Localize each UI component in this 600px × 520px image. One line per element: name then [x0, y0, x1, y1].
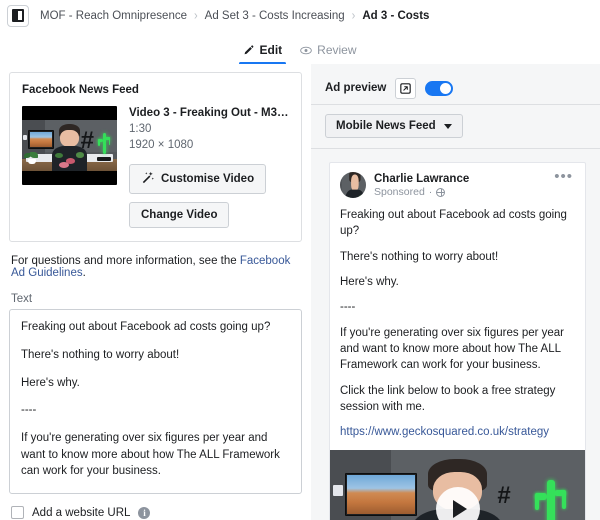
- info-icon[interactable]: i: [138, 506, 151, 519]
- tab-bar: Edit Review: [0, 31, 600, 65]
- post-paragraph: Freaking out about Facebook ad costs goi…: [340, 209, 567, 238]
- breadcrumb: MOF - Reach Omnipresence › Ad Set 3 - Co…: [40, 8, 430, 23]
- sponsored-label: Sponsored: [374, 186, 425, 198]
- tab-review[interactable]: Review: [300, 43, 357, 64]
- add-website-url-checkbox[interactable]: [11, 506, 24, 520]
- sidebar-panel-icon[interactable]: [7, 4, 29, 27]
- preview-panel: Ad preview Mobile News Feed Charlie Lawr…: [311, 64, 600, 520]
- ellipsis-icon[interactable]: •••: [552, 169, 575, 184]
- guidelines-prefix: For questions and more information, see …: [11, 255, 240, 268]
- panel-glyph: [12, 9, 24, 22]
- add-website-url-label: Add a website URL: [32, 506, 131, 519]
- placement-divider: [311, 148, 600, 149]
- post-header: Charlie Lawrance Sponsored · •••: [330, 163, 585, 198]
- tab-edit-label: Edit: [259, 43, 283, 57]
- customise-video-button[interactable]: Customise Video: [129, 164, 267, 195]
- post-video[interactable]: [330, 449, 585, 520]
- preview-title: Ad preview: [325, 82, 387, 94]
- add-website-url-row[interactable]: Add a website URL i: [11, 506, 300, 520]
- post-paragraph: Click the link below to book a free stra…: [340, 384, 556, 413]
- guidelines-suffix: .: [82, 267, 86, 280]
- tab-edit[interactable]: Edit: [239, 43, 286, 65]
- main-content: Facebook News Feed # Video 3 - Freaking …: [0, 64, 600, 520]
- post-author-name[interactable]: Charlie Lawrance: [374, 173, 552, 185]
- text-paragraph: Freaking out about Facebook ad costs goi…: [21, 321, 271, 334]
- video-name: Video 3 - Freaking Out - M3 - Sire...: [129, 107, 289, 119]
- preview-header: Ad preview: [311, 72, 600, 105]
- ad-preview-post: Charlie Lawrance Sponsored · ••• Freakin…: [329, 162, 586, 520]
- magic-wand-icon: [141, 171, 154, 187]
- media-info: Video 3 - Freaking Out - M3 - Sire... 1:…: [129, 106, 289, 229]
- video-duration: 1:30: [129, 123, 152, 135]
- text-paragraph: There's nothing to worry about!: [21, 348, 180, 361]
- breadcrumb-separator: ›: [351, 8, 356, 23]
- media-card: Facebook News Feed # Video 3 - Freaking …: [9, 72, 302, 243]
- breadcrumb-separator: ›: [194, 8, 198, 23]
- video-thumbnail[interactable]: [22, 106, 117, 185]
- avatar[interactable]: [340, 172, 366, 198]
- text-paragraph: Click the link below to book a free stra…: [21, 491, 290, 494]
- video-resolution: 1920 × 1080: [129, 139, 194, 152]
- text-paragraph: If you're generating over six figures pe…: [21, 431, 280, 478]
- customise-video-label: Customise Video: [161, 173, 255, 186]
- change-video-button[interactable]: Change Video: [129, 202, 230, 229]
- post-link-paragraph: https://www.geckosquared.co.uk/strategy: [340, 424, 575, 440]
- breadcrumb-item-ad: Ad 3 - Costs: [362, 9, 430, 22]
- guidelines-text: For questions and more information, see …: [11, 255, 300, 279]
- top-header: MOF - Reach Omnipresence › Ad Set 3 - Co…: [0, 0, 600, 31]
- placement-selected-label: Mobile News Feed: [336, 120, 436, 132]
- text-input[interactable]: Freaking out about Facebook ad costs goi…: [9, 309, 302, 495]
- preview-toggle[interactable]: [425, 80, 454, 96]
- edit-panel: Facebook News Feed # Video 3 - Freaking …: [0, 64, 311, 520]
- external-link-icon[interactable]: [395, 77, 417, 99]
- toggle-knob: [440, 82, 452, 94]
- post-paragraph: There's nothing to worry about!: [340, 250, 499, 263]
- globe-icon: [436, 187, 446, 197]
- post-paragraph: ----: [340, 301, 356, 314]
- eye-icon: [300, 45, 312, 56]
- placement-select[interactable]: Mobile News Feed: [325, 114, 463, 138]
- pencil-icon: [243, 44, 254, 56]
- post-link[interactable]: https://www.geckosquared.co.uk/strategy: [340, 426, 549, 438]
- post-paragraph: Here's why.: [340, 275, 399, 288]
- post-subtitle: Sponsored ·: [374, 186, 552, 198]
- post-paragraph: If you're generating over six figures pe…: [340, 326, 565, 372]
- ad-editor-screen: MOF - Reach Omnipresence › Ad Set 3 - Co…: [0, 0, 600, 520]
- breadcrumb-item-campaign[interactable]: MOF - Reach Omnipresence: [40, 10, 187, 22]
- chevron-down-icon: [443, 123, 452, 129]
- text-field-label: Text: [11, 293, 33, 306]
- breadcrumb-item-adset[interactable]: Ad Set 3 - Costs Increasing: [205, 10, 345, 22]
- change-video-label: Change Video: [141, 209, 218, 222]
- media-card-title: Facebook News Feed: [22, 84, 139, 96]
- play-triangle: [452, 499, 467, 518]
- text-paragraph: Here's why.: [21, 376, 80, 389]
- post-body: Freaking out about Facebook ad costs goi…: [330, 198, 585, 450]
- text-paragraph: ----: [21, 404, 37, 417]
- sponsored-separator: ·: [428, 186, 433, 198]
- tab-review-label: Review: [317, 43, 357, 57]
- placement-row: Mobile News Feed: [311, 105, 600, 148]
- post-author-block: Charlie Lawrance Sponsored ·: [374, 172, 552, 198]
